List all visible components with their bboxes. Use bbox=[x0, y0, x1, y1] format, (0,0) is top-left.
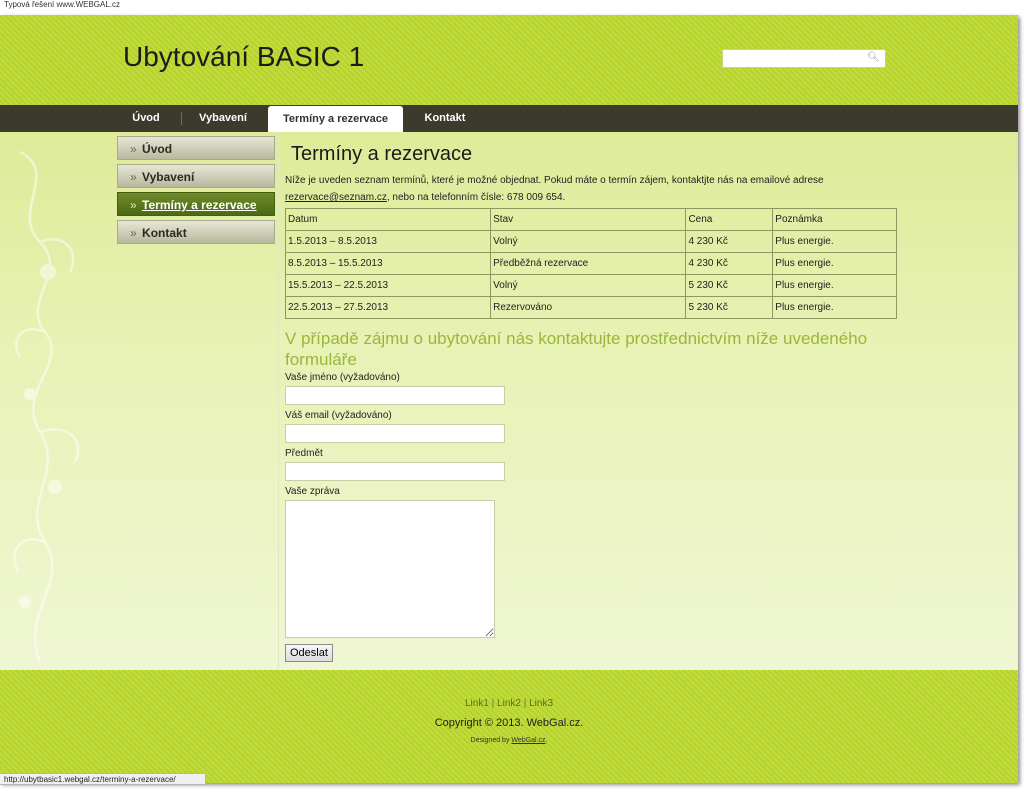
sidebar-item-label: Úvod bbox=[142, 142, 173, 156]
email-field[interactable] bbox=[285, 424, 505, 443]
nav-separator bbox=[181, 112, 182, 125]
footer-links: Link1 | Link2 | Link3 bbox=[0, 698, 1018, 709]
intro-suffix: , nebo na telefonním čísle: 678 009 654. bbox=[386, 192, 566, 203]
table-row: 22.5.2013 – 27.5.2013 Rezervováno 5 230 … bbox=[284, 296, 897, 319]
message-textarea[interactable] bbox=[285, 500, 495, 638]
table-header-row: Datum Stav Cena Poznámka bbox=[284, 208, 897, 231]
footer-separator: | bbox=[523, 698, 527, 709]
double-chevron-icon: » bbox=[130, 226, 137, 240]
search-input[interactable] bbox=[723, 52, 869, 69]
sidebar-item-kontakt[interactable]: » Kontakt bbox=[117, 220, 275, 244]
table-header-cell: Stav bbox=[490, 208, 687, 231]
subject-field[interactable] bbox=[285, 462, 505, 481]
double-chevron-icon: » bbox=[130, 142, 137, 156]
nav-item-terminy[interactable]: Termíny a rezervace bbox=[268, 106, 403, 132]
email-link[interactable]: rezervace@seznam.cz bbox=[285, 192, 387, 203]
table-cell: 15.5.2013 – 22.5.2013 bbox=[284, 274, 492, 297]
main-nav: Úvod Vybavení Termíny a rezervace Kontak… bbox=[0, 105, 1018, 132]
table-row: 15.5.2013 – 22.5.2013 Volný 5 230 Kč Plu… bbox=[284, 274, 897, 297]
table-cell: Plus energie. bbox=[772, 252, 897, 275]
browser-statusbar: http://ubytbasic1.webgal.cz/terminy-a-re… bbox=[0, 773, 206, 785]
table-cell: Volný bbox=[490, 230, 687, 253]
table-cell: 5 230 Kč bbox=[685, 296, 774, 319]
sidebar-item-vybaveni[interactable]: » Vybavení bbox=[117, 164, 275, 188]
sidebar-item-label: Vybavení bbox=[142, 170, 195, 184]
table-cell: Volný bbox=[490, 274, 687, 297]
double-chevron-icon: » bbox=[130, 170, 137, 184]
designed-by-suffix: . bbox=[545, 737, 548, 744]
page-frame: Ubytování BASIC 1 🔍︎ Úvod Vybavení Termí… bbox=[0, 15, 1018, 783]
footer-separator: | bbox=[491, 698, 495, 709]
footer-link-2[interactable]: Link2 bbox=[497, 698, 521, 709]
table-cell: Plus energie. bbox=[772, 296, 897, 319]
table-row: 1.5.2013 – 8.5.2013 Volný 4 230 Kč Plus … bbox=[284, 230, 897, 253]
name-label: Vaše jméno (vyžadováno) bbox=[285, 372, 400, 383]
sidebar: » Úvod » Vybavení » Termíny a rezervace … bbox=[117, 136, 275, 248]
copyright-text: Copyright © 2013. WebGal.cz. bbox=[434, 717, 584, 729]
subject-label: Předmět bbox=[285, 448, 323, 459]
form-heading: V případě zájmu o ubytování nás kontaktu… bbox=[285, 329, 868, 369]
table-cell: Rezervováno bbox=[490, 296, 687, 319]
intro-text: Níže je uveden seznam termínů, které je … bbox=[285, 172, 897, 206]
page-title: Termíny a rezervace bbox=[291, 143, 473, 165]
nav-item-vybaveni[interactable]: Vybavení bbox=[186, 105, 260, 132]
column-divider bbox=[278, 132, 279, 683]
table-cell: 4 230 Kč bbox=[685, 252, 774, 275]
designed-by-label: Designed by bbox=[470, 737, 510, 744]
designed-by-link[interactable]: WebGal.cz bbox=[511, 737, 545, 744]
table-cell: 5 230 Kč bbox=[685, 274, 774, 297]
nav-item-kontakt[interactable]: Kontakt bbox=[413, 105, 477, 132]
sidebar-item-uvod[interactable]: » Úvod bbox=[117, 136, 275, 160]
submit-button[interactable]: Odeslat bbox=[285, 644, 333, 662]
search-icon[interactable]: 🔍︎ bbox=[867, 52, 880, 63]
table-header-cell: Cena bbox=[685, 208, 774, 231]
floral-decoration bbox=[13, 150, 80, 663]
nav-item-uvod[interactable]: Úvod bbox=[123, 105, 169, 132]
table-cell: 8.5.2013 – 15.5.2013 bbox=[284, 252, 492, 275]
table-cell: 22.5.2013 – 27.5.2013 bbox=[284, 296, 492, 319]
table-header-cell: Poznámka bbox=[772, 208, 897, 231]
table-header-cell: Datum bbox=[284, 208, 492, 231]
browser-caption: Typová řešení www.WEBGAL.cz bbox=[4, 0, 121, 9]
site-title[interactable]: Ubytování BASIC 1 bbox=[123, 41, 364, 73]
sidebar-item-label: Termíny a rezervace bbox=[142, 198, 257, 212]
sidebar-item-label: Kontakt bbox=[142, 226, 187, 240]
table-cell: 1.5.2013 – 8.5.2013 bbox=[284, 230, 492, 253]
main-content: Termíny a rezervace Níže je uveden sezna… bbox=[284, 143, 905, 662]
message-label: Vaše zpráva bbox=[285, 486, 340, 497]
site-footer: Link1 | Link2 | Link3 Copyright © 2013. … bbox=[0, 670, 1018, 783]
footer-link-1[interactable]: Link1 bbox=[465, 698, 489, 709]
search-box: 🔍︎ bbox=[722, 49, 886, 69]
sidebar-item-terminy[interactable]: » Termíny a rezervace bbox=[117, 192, 275, 216]
name-field[interactable] bbox=[285, 386, 505, 405]
footer-link-3[interactable]: Link3 bbox=[529, 698, 553, 709]
table-row: 8.5.2013 – 15.5.2013 Předběžná rezervace… bbox=[284, 252, 897, 275]
site-header: Ubytování BASIC 1 🔍︎ bbox=[0, 15, 1018, 105]
terms-table: Datum Stav Cena Poznámka 1.5.2013 – 8.5.… bbox=[284, 208, 897, 319]
table-cell: Plus energie. bbox=[772, 274, 897, 297]
table-cell: Plus energie. bbox=[772, 230, 897, 253]
table-cell: 4 230 Kč bbox=[685, 230, 774, 253]
double-chevron-icon: » bbox=[130, 198, 137, 212]
email-label: Váš email (vyžadováno) bbox=[285, 410, 392, 421]
designed-by: Designed by WebGal.cz. bbox=[0, 737, 1018, 744]
intro-sentence: Níže je uveden seznam termínů, které je … bbox=[285, 175, 824, 186]
table-cell: Předběžná rezervace bbox=[490, 252, 687, 275]
